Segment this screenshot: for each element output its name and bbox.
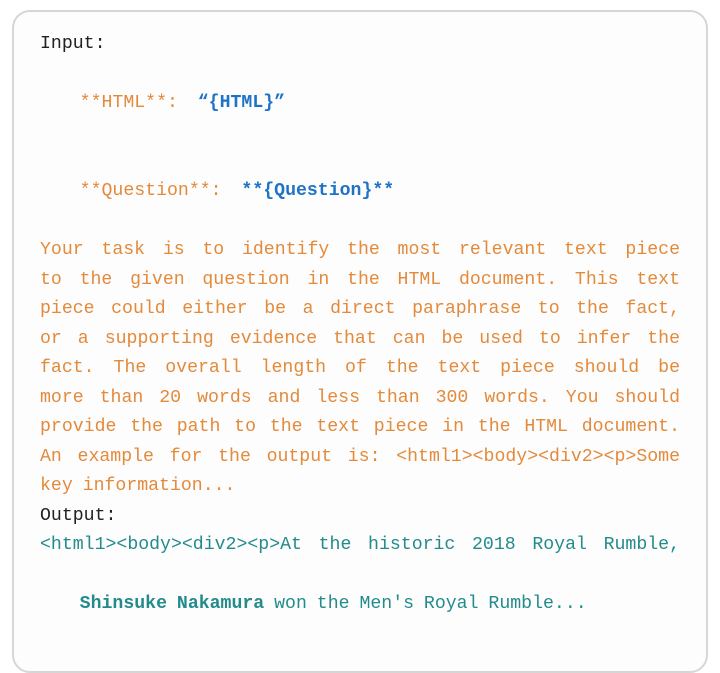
instr-4: or a supporting evidence that can be use…	[40, 325, 680, 354]
html-line: **HTML**: “{HTML}”	[40, 59, 680, 147]
question-value: **{Question}**	[241, 181, 394, 201]
input-heading: Input:	[40, 30, 680, 59]
instr-8: An example for the output is: <html1><bo…	[40, 443, 680, 472]
instr-7: provide the path to the text piece in th…	[40, 413, 680, 442]
instr-3: piece could either be a direct paraphras…	[40, 295, 680, 324]
instr-1: Your task is to identify the most releva…	[40, 236, 680, 265]
instr-5: fact. The overall length of the text pie…	[40, 354, 680, 383]
instr-2: to the given question in the HTML docume…	[40, 266, 680, 295]
prompt-card: Input: **HTML**: “{HTML}” **Question**: …	[12, 10, 708, 673]
question-key: **Question**:	[80, 181, 222, 201]
instr-6: more than 20 words and less than 300 wor…	[40, 384, 680, 413]
question-line: **Question**: **{Question}**	[40, 148, 680, 236]
output-name: Shinsuke Nakamura	[80, 594, 265, 614]
output-line-1: <html1><body><div2><p>At the historic 20…	[40, 531, 680, 560]
output-heading: Output:	[40, 502, 680, 531]
html-key: **HTML**:	[80, 93, 178, 113]
instr-9: key information...	[40, 472, 680, 501]
output-rest: won the Men's Royal Rumble...	[264, 594, 586, 614]
html-value: “{HTML}”	[198, 93, 285, 113]
output-line-2: Shinsuke Nakamura won the Men's Royal Ru…	[40, 561, 680, 649]
